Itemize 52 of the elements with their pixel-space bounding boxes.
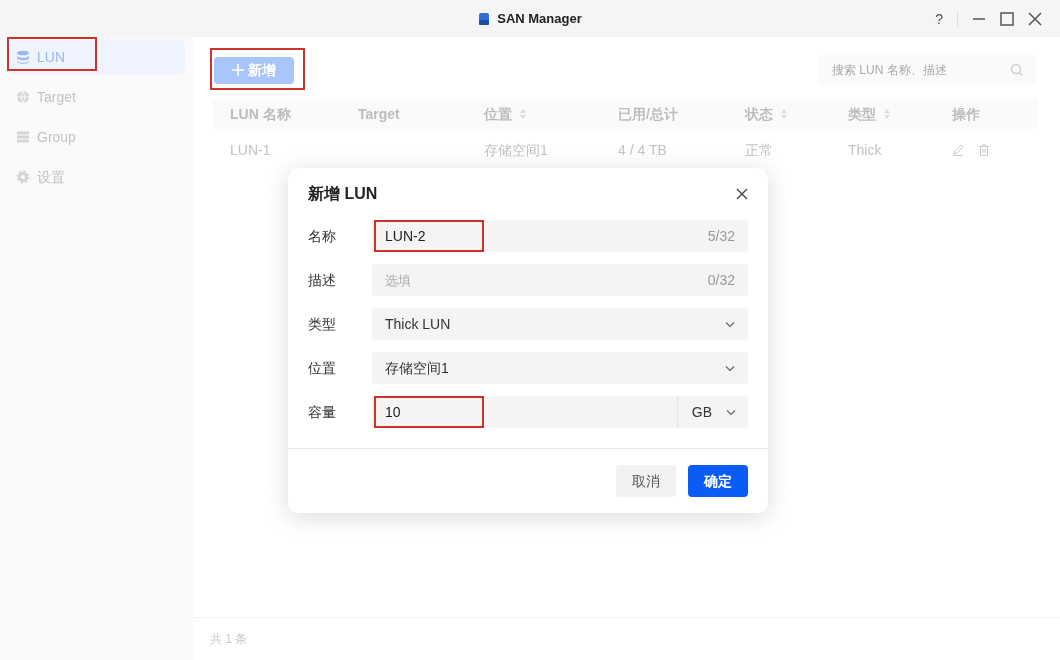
column-header: LUN 名称 bbox=[230, 104, 291, 124]
field-label: 位置 bbox=[308, 358, 337, 378]
help-button[interactable]: ? bbox=[935, 11, 943, 26]
column-header: 位置 bbox=[484, 104, 512, 124]
unit-select[interactable]: GB bbox=[676, 396, 748, 428]
search-icon bbox=[1010, 63, 1024, 77]
text-field[interactable]: LUN-2 5/32 bbox=[372, 220, 748, 252]
select-field[interactable]: 存储空间1 bbox=[372, 352, 748, 384]
search-field[interactable]: 搜索 LUN 名称、描述 bbox=[818, 55, 1036, 85]
globe-icon bbox=[16, 90, 30, 104]
column-header: Target bbox=[358, 104, 400, 124]
sort-icon[interactable] bbox=[519, 108, 527, 120]
column-header: 状态 bbox=[745, 104, 773, 124]
capacity-field[interactable]: 10 GB bbox=[372, 396, 748, 428]
app-icon bbox=[478, 11, 491, 26]
field-label: 描述 bbox=[308, 270, 337, 290]
confirm-button[interactable]: 确定 bbox=[688, 465, 748, 497]
field-label: 类型 bbox=[308, 314, 337, 334]
column-header: 已用/总计 bbox=[618, 104, 678, 124]
window-title: SAN Manager bbox=[497, 9, 582, 28]
table-cell: LUN-1 bbox=[230, 141, 271, 158]
table-cell: 正常 bbox=[745, 141, 773, 158]
table-cell: 存储空间1 bbox=[484, 141, 548, 158]
pencil-icon[interactable] bbox=[952, 144, 964, 156]
char-counter: 0/32 bbox=[707, 270, 735, 290]
char-counter: 5/32 bbox=[707, 226, 735, 246]
database-icon bbox=[16, 50, 30, 64]
sort-icon[interactable] bbox=[780, 108, 788, 120]
field-label: 名称 bbox=[308, 226, 337, 246]
trash-icon[interactable] bbox=[978, 144, 990, 156]
input-field[interactable]: LUN-2 bbox=[385, 225, 708, 247]
column-header: 类型 bbox=[848, 104, 876, 124]
chevron-down-icon bbox=[725, 364, 735, 372]
input-field[interactable]: 10 bbox=[385, 401, 677, 423]
maximize-icon[interactable] bbox=[1000, 11, 1014, 26]
column-header: 操作 bbox=[952, 104, 980, 124]
input-field[interactable]: 选填 bbox=[385, 269, 708, 291]
select-field[interactable]: Thick LUN bbox=[372, 308, 748, 340]
table-cell: 4 / 4 TB bbox=[618, 141, 667, 158]
dialog-title: 新增 LUN bbox=[308, 184, 378, 204]
chevron-down-icon bbox=[726, 408, 736, 416]
cancel-button[interactable]: 取消 bbox=[616, 465, 676, 497]
plus-icon bbox=[232, 64, 245, 76]
sort-icon[interactable] bbox=[883, 108, 891, 120]
stack-icon bbox=[16, 130, 30, 144]
close-icon[interactable] bbox=[1028, 11, 1042, 26]
table-cell: Thick bbox=[848, 141, 882, 158]
field-label: 容量 bbox=[308, 402, 337, 422]
search-input[interactable]: 搜索 LUN 名称、描述 bbox=[830, 60, 1010, 80]
chevron-down-icon bbox=[725, 320, 735, 328]
gear-icon bbox=[16, 170, 30, 184]
close-icon[interactable] bbox=[736, 188, 748, 200]
